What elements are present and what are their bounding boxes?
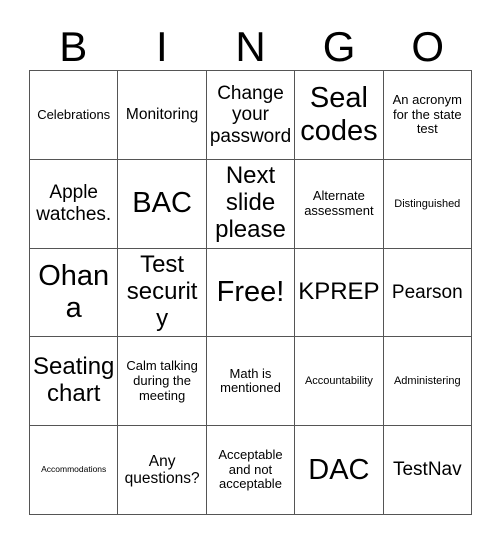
bingo-cell[interactable]: Accountability [295, 337, 384, 427]
bingo-cell-label: Accountability [304, 375, 373, 388]
header-letter-o: O [411, 23, 444, 70]
bingo-cell[interactable]: Change your password [206, 71, 296, 160]
bingo-cell-label: Apple watches. [36, 182, 112, 225]
bingo-cell-label: Ohana [38, 260, 110, 325]
bingo-cell[interactable]: Test security [118, 248, 207, 338]
bingo-cell-label: Test security [126, 251, 198, 332]
bingo-cell-label: Calm talking during the meeting [126, 358, 198, 403]
bingo-card: B I N G O Celebrations Monitoring Change… [0, 0, 500, 544]
bingo-grid: Celebrations Monitoring Change your pass… [29, 70, 472, 515]
bingo-header: B I N G O [29, 14, 472, 70]
bingo-cell-label: KPREP [298, 278, 380, 306]
bingo-cell-label: Accommodations [41, 464, 107, 475]
bingo-cell-label: Celebrations [37, 106, 111, 122]
bingo-cell[interactable]: Monitoring [118, 71, 207, 160]
bingo-cell[interactable]: Seating chart [30, 337, 119, 427]
header-letter-b: B [59, 23, 88, 70]
bingo-cell[interactable]: TestNav [383, 426, 472, 515]
bingo-cell[interactable]: Acceptable and not acceptable [206, 426, 296, 515]
header-letter-g: G [322, 23, 356, 70]
bingo-cell-label: Any questions? [124, 452, 200, 488]
bingo-cell-label: Alternate assessment [304, 188, 374, 218]
bingo-cell-free[interactable]: Free! [206, 248, 296, 338]
bingo-cell-label: Administering [393, 375, 461, 388]
bingo-cell-label: Acceptable and not acceptable [218, 447, 283, 492]
bingo-cell[interactable]: Pearson [383, 248, 472, 338]
bingo-cell[interactable]: An acronym for the state test [383, 71, 472, 160]
bingo-cell[interactable]: Alternate assessment [295, 159, 384, 249]
bingo-cell[interactable]: BAC [118, 159, 207, 249]
bingo-cell[interactable]: Celebrations [30, 71, 119, 160]
header-letter-i: I [156, 23, 168, 70]
bingo-cell-label: Seal codes [300, 82, 378, 147]
bingo-cell-label: Change your password [209, 83, 292, 147]
bingo-cell[interactable]: Any questions? [118, 426, 207, 515]
bingo-cell-label: Free! [216, 276, 285, 309]
bingo-cell[interactable]: Administering [383, 337, 472, 427]
bingo-cell[interactable]: Accommodations [30, 426, 119, 515]
bingo-cell[interactable]: Calm talking during the meeting [118, 337, 207, 427]
bingo-cell-label: An acronym for the state test [392, 92, 462, 137]
bingo-cell-label: Pearson [391, 281, 463, 303]
bingo-cell[interactable]: Ohana [30, 248, 119, 338]
bingo-cell[interactable]: Math is mentioned [206, 337, 296, 427]
bingo-cell-label: DAC [308, 453, 370, 486]
bingo-cell-label: Seating chart [33, 353, 115, 408]
bingo-cell-label: TestNav [392, 459, 462, 481]
bingo-cell-label: Next slide please [215, 162, 286, 244]
bingo-cell[interactable]: Apple watches. [30, 159, 119, 249]
bingo-cell-label: Monitoring [125, 106, 199, 124]
bingo-cell[interactable]: Next slide please [206, 159, 296, 249]
bingo-cell[interactable]: Distinguished [383, 159, 472, 249]
bingo-cell[interactable]: KPREP [295, 248, 384, 338]
header-letter-n: N [235, 23, 266, 70]
bingo-cell-label: Distinguished [394, 197, 461, 210]
bingo-cell[interactable]: DAC [295, 426, 384, 515]
bingo-cell-label: BAC [132, 187, 192, 220]
bingo-cell[interactable]: Seal codes [295, 71, 384, 160]
bingo-cell-label: Math is mentioned [220, 365, 281, 396]
